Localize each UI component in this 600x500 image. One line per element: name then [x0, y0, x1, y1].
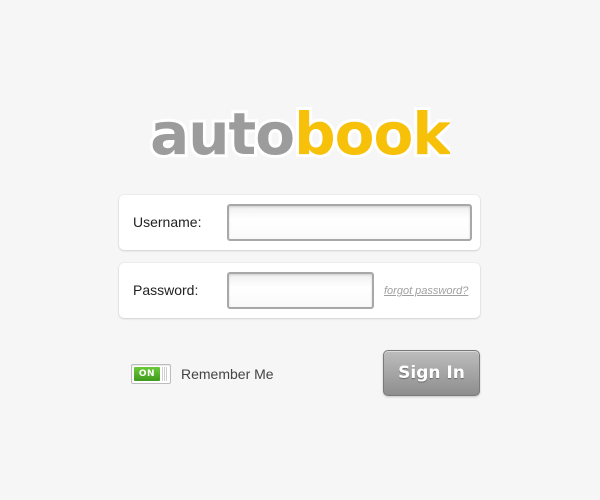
app-logo: autobook: [150, 96, 450, 176]
logo-text-auto: auto: [150, 100, 294, 168]
sign-in-button[interactable]: Sign In: [383, 350, 480, 396]
username-panel: Username:: [119, 195, 480, 250]
remember-me-toggle[interactable]: ON: [131, 364, 171, 384]
password-label: Password:: [133, 282, 199, 298]
username-label: Username:: [133, 214, 202, 230]
forgot-password-link[interactable]: forgot password?: [384, 263, 468, 318]
logo-text: autobook: [150, 100, 450, 168]
logo-text-book: book: [294, 100, 450, 168]
password-panel: Password: forgot password?: [119, 263, 480, 318]
password-input[interactable]: [227, 272, 374, 309]
toggle-on-label: ON: [134, 367, 160, 381]
toggle-grip: [162, 367, 168, 381]
username-input[interactable]: [227, 204, 472, 241]
remember-me-label[interactable]: Remember Me: [181, 364, 274, 384]
